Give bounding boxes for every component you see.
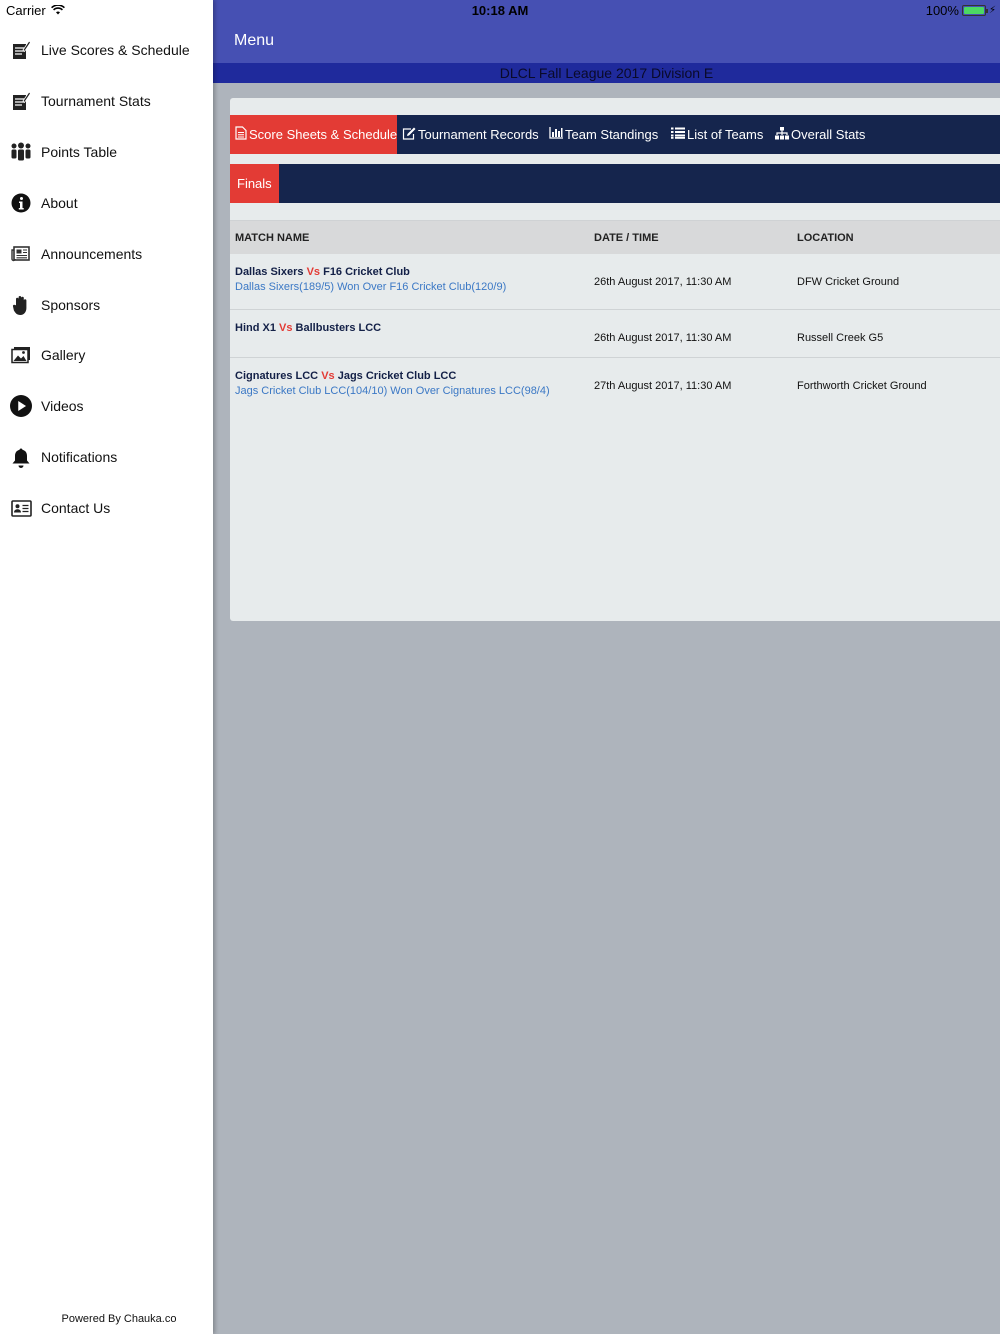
sidebar-item-announcements[interactable]: Announcements bbox=[0, 232, 213, 276]
match-cell: Cignatures LCC Vs Jags Cricket Club LCC … bbox=[235, 370, 550, 397]
carrier-indicator: Carrier bbox=[6, 3, 65, 18]
tab-label: Team Standings bbox=[565, 127, 659, 142]
tab-list-of-teams[interactable]: List of Teams bbox=[666, 115, 770, 154]
vs-label: Vs bbox=[321, 370, 335, 382]
column-header-location: LOCATION bbox=[797, 232, 854, 244]
match-title: Cignatures LCC Vs Jags Cricket Club LCC bbox=[235, 370, 550, 382]
edit-icon bbox=[402, 127, 418, 143]
league-title: DLCL Fall League 2017 Division E bbox=[213, 63, 1000, 83]
table-row[interactable]: Hind X1 Vs Ballbusters LCC 26th August 2… bbox=[230, 310, 1000, 358]
match-cell: Dallas Sixers Vs F16 Cricket Club Dallas… bbox=[235, 266, 506, 293]
sidebar-item-gallery[interactable]: Gallery bbox=[0, 333, 213, 377]
tab-label: Overall Stats bbox=[791, 127, 866, 142]
powered-by-footer: Powered By Chauka.co bbox=[61, 1313, 177, 1325]
tab-overall-stats[interactable]: Overall Stats bbox=[770, 115, 870, 154]
tab-bar: Score Sheets & Schedule Tournament Recor… bbox=[230, 115, 1000, 154]
tab-label: List of Teams bbox=[687, 127, 764, 142]
battery-percent: 100% bbox=[925, 3, 959, 18]
sidebar-item-tournament-stats[interactable]: Tournament Stats bbox=[0, 79, 213, 123]
team2-name: Ballbusters LCC bbox=[295, 322, 382, 334]
menu-title[interactable]: Menu bbox=[234, 32, 274, 50]
clock: 10:18 AM bbox=[471, 3, 529, 18]
table-row[interactable]: Dallas Sixers Vs F16 Cricket Club Dallas… bbox=[230, 254, 1000, 310]
bell-icon bbox=[10, 446, 32, 468]
tab-tournament-records[interactable]: Tournament Records bbox=[397, 115, 544, 154]
match-title: Dallas Sixers Vs F16 Cricket Club bbox=[235, 266, 506, 278]
location-cell: Russell Creek G5 bbox=[797, 332, 884, 344]
sidebar-item-label: Videos bbox=[41, 398, 84, 414]
sidebar-item-label: Announcements bbox=[41, 246, 143, 262]
tab-finals[interactable]: Finals bbox=[230, 164, 279, 203]
sidebar-item-label: Live Scores & Schedule bbox=[41, 42, 190, 58]
vs-label: Vs bbox=[306, 266, 321, 278]
sidebar-item-notifications[interactable]: Notifications bbox=[0, 435, 213, 479]
tab-label: Score Sheets & Schedule bbox=[249, 127, 398, 142]
sidebar-item-contact-us[interactable]: Contact Us bbox=[0, 486, 213, 530]
schedule-card: Score Sheets & Schedule Tournament Recor… bbox=[230, 98, 1000, 621]
tab-label: Tournament Records bbox=[418, 127, 539, 142]
column-header-date: DATE / TIME bbox=[594, 232, 659, 244]
team2-name: F16 Cricket Club bbox=[323, 266, 410, 278]
bar-chart-icon bbox=[549, 127, 565, 142]
file-icon bbox=[235, 126, 249, 143]
match-cell: Hind X1 Vs Ballbusters LCC bbox=[235, 322, 381, 337]
sidebar-item-label: About bbox=[41, 195, 78, 211]
list-icon bbox=[671, 127, 687, 142]
sidebar-item-label: Contact Us bbox=[41, 500, 111, 516]
stats-icon bbox=[10, 90, 32, 112]
sidebar-item-live-scores[interactable]: Live Scores & Schedule bbox=[0, 28, 213, 72]
round-tab-bar: Finals bbox=[230, 164, 1000, 203]
side-menu: Live Scores & Schedule Tournament Stats … bbox=[0, 0, 213, 1334]
location-cell: DFW Cricket Ground bbox=[797, 276, 900, 288]
column-header-match: MATCH NAME bbox=[235, 232, 310, 244]
tab-team-standings[interactable]: Team Standings bbox=[544, 115, 666, 154]
main-content: Menu DLCL Fall League 2017 Division E Sc… bbox=[213, 0, 1000, 1334]
match-title: Hind X1 Vs Ballbusters LCC bbox=[235, 322, 381, 334]
table-header: MATCH NAME DATE / TIME LOCATION bbox=[230, 220, 1000, 254]
tab-score-sheets-schedule[interactable]: Score Sheets & Schedule bbox=[230, 115, 397, 154]
table-row[interactable]: Cignatures LCC Vs Jags Cricket Club LCC … bbox=[230, 358, 1000, 414]
date-cell: 27th August 2017, 11:30 AM bbox=[594, 380, 732, 392]
image-icon bbox=[10, 344, 32, 366]
match-result: Dallas Sixers(189/5) Won Over F16 Cricke… bbox=[235, 281, 507, 293]
team1-name: Dallas Sixers bbox=[235, 266, 304, 278]
sidebar-item-videos[interactable]: Videos bbox=[0, 384, 213, 428]
battery-indicator: 100% ⚡ bbox=[926, 3, 996, 18]
play-icon bbox=[10, 395, 32, 417]
sitemap-icon bbox=[775, 126, 791, 143]
team2-name: Jags Cricket Club LCC bbox=[337, 370, 457, 382]
hand-icon bbox=[10, 294, 32, 316]
team1-name: Cignatures LCC bbox=[235, 370, 319, 382]
carrier-label: Carrier bbox=[6, 3, 46, 18]
newspaper-icon bbox=[10, 243, 32, 265]
sidebar-item-about[interactable]: About bbox=[0, 181, 213, 225]
sidebar-item-sponsors[interactable]: Sponsors bbox=[0, 283, 213, 327]
team1-name: Hind X1 bbox=[235, 322, 276, 334]
sidebar-item-label: Tournament Stats bbox=[41, 93, 151, 109]
wifi-icon bbox=[50, 3, 65, 18]
location-cell: Forthworth Cricket Ground bbox=[797, 380, 927, 392]
contact-card-icon bbox=[10, 497, 32, 519]
sidebar-item-label: Notifications bbox=[41, 449, 118, 465]
sidebar-item-label: Points Table bbox=[41, 144, 118, 160]
sidebar-item-label: Sponsors bbox=[41, 297, 101, 313]
team-icon bbox=[10, 141, 32, 163]
sidebar-item-label: Gallery bbox=[41, 347, 86, 363]
sidebar-item-points-table[interactable]: Points Table bbox=[0, 130, 213, 174]
date-cell: 26th August 2017, 11:30 AM bbox=[594, 276, 732, 288]
vs-label: Vs bbox=[279, 322, 293, 334]
date-cell: 26th August 2017, 11:30 AM bbox=[594, 332, 732, 344]
scoresheet-icon bbox=[10, 39, 32, 61]
charging-icon: ⚡ bbox=[988, 5, 996, 16]
status-bar: Carrier 10:18 AM 100% ⚡ bbox=[0, 0, 1000, 20]
info-icon bbox=[10, 192, 32, 214]
battery-icon bbox=[961, 5, 988, 16]
match-result: Jags Cricket Club LCC(104/10) Won Over C… bbox=[235, 385, 550, 397]
